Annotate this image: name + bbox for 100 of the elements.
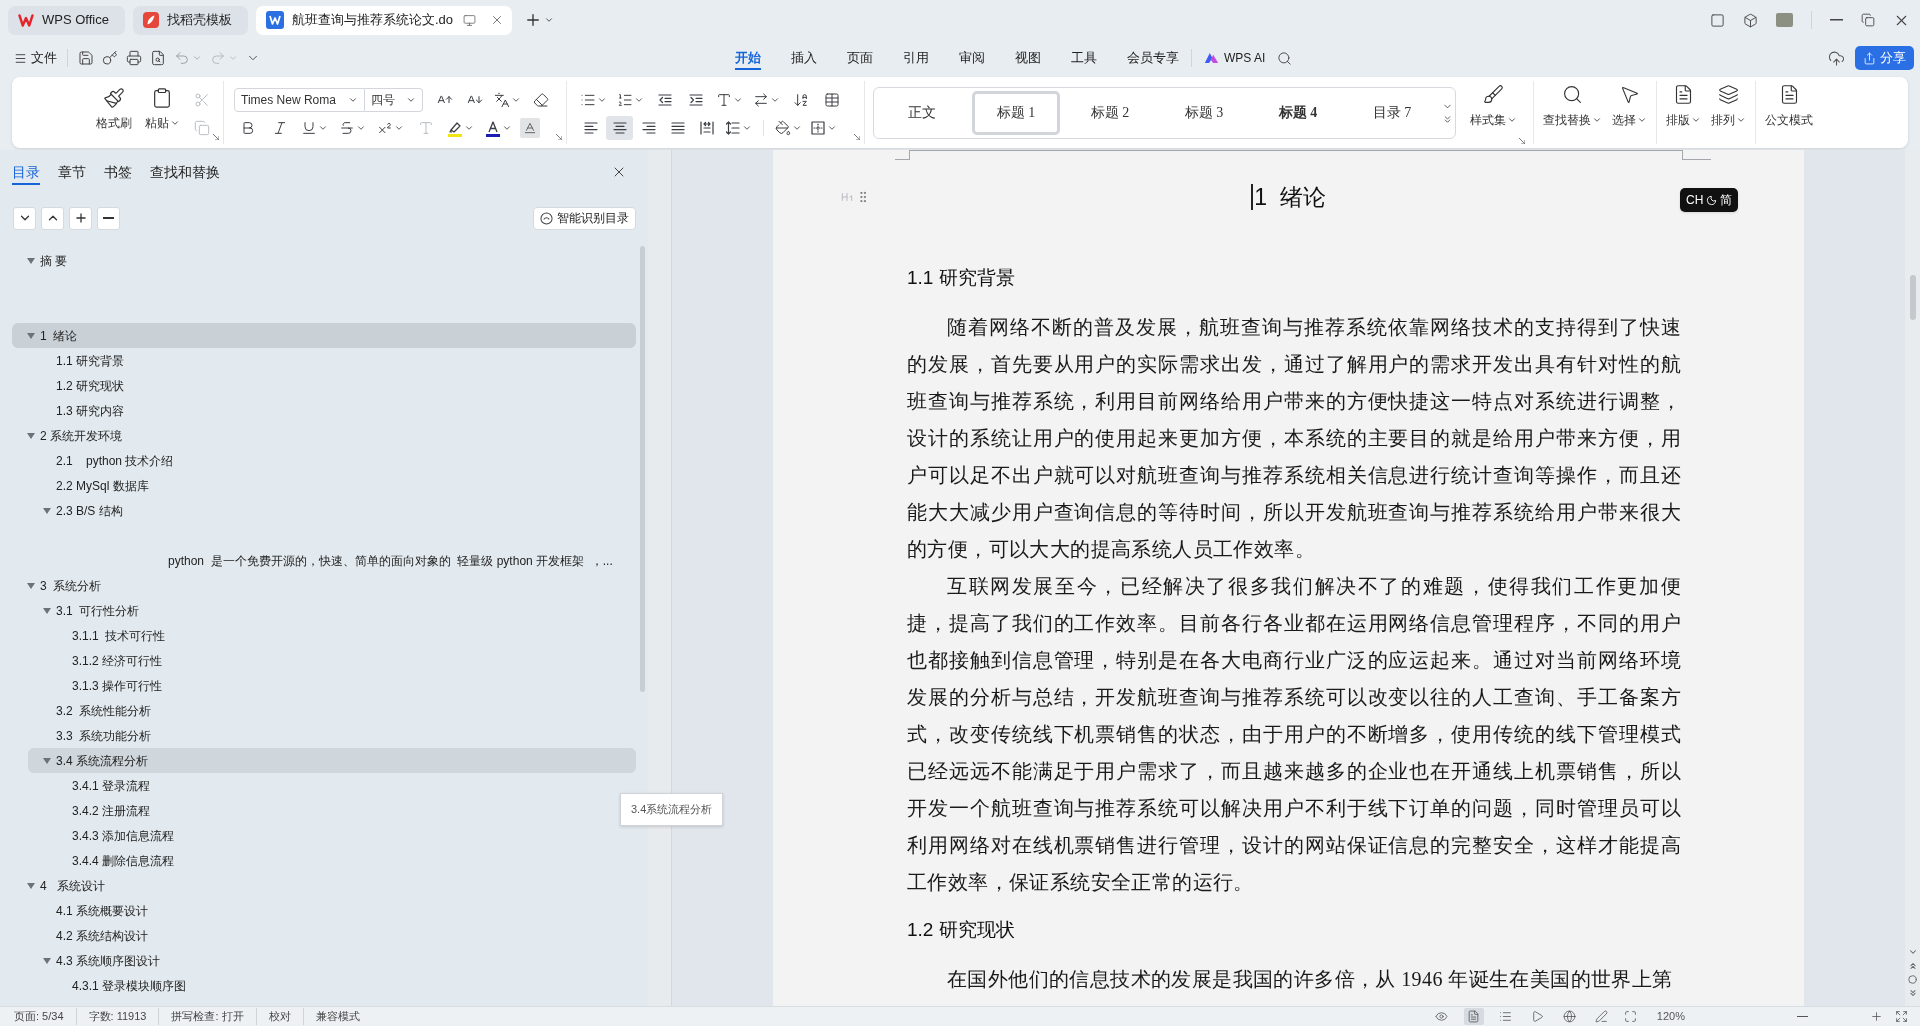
- outline-item[interactable]: 4.3.1 登录模块顺序图: [44, 973, 636, 998]
- outline-item[interactable]: 1 绪论: [12, 323, 636, 348]
- expand-triangle-icon[interactable]: [43, 607, 51, 614]
- style-preset[interactable]: 标题 2: [1066, 90, 1154, 135]
- ai-button[interactable]: WPS AI: [1204, 49, 1266, 67]
- ribbon-tool-button[interactable]: 排版: [1666, 84, 1701, 129]
- outline-item[interactable]: 3.4 系统流程分析: [28, 748, 636, 773]
- menu-tab[interactable]: 页面: [847, 46, 873, 70]
- scrollbar-thumb[interactable]: [639, 246, 645, 692]
- remove-button[interactable]: [97, 206, 120, 230]
- status-text[interactable]: 页面: 5/34: [14, 1008, 76, 1025]
- style-preset[interactable]: 标题 1: [972, 90, 1060, 135]
- style-preset[interactable]: 正文: [878, 90, 966, 135]
- outline-item[interactable]: 1.2 研究现状: [28, 373, 636, 398]
- panel-tab[interactable]: 查找和替换: [150, 159, 220, 185]
- outline-item[interactable]: 4.1 系统概要设计: [28, 898, 636, 923]
- ribbon-tool-button[interactable]: 排列: [1711, 84, 1746, 129]
- menu-tab[interactable]: 开始: [735, 46, 761, 70]
- outline-item[interactable]: 4.2 系统结构设计: [28, 923, 636, 948]
- smart-toc-button[interactable]: 智能识别目录: [533, 206, 636, 230]
- brush-icon: [1483, 84, 1504, 105]
- style-preset[interactable]: 目录 7: [1348, 90, 1436, 135]
- expand-triangle-icon[interactable]: [27, 332, 35, 339]
- browse-object-icon: [1908, 975, 1917, 984]
- ribbon-tool-button[interactable]: 公文模式: [1765, 84, 1813, 129]
- outline-item[interactable]: 2.1 python 技术介绍: [28, 448, 636, 473]
- window-tab[interactable]: WPS Office: [8, 5, 125, 35]
- menu-tab[interactable]: 视图: [1015, 46, 1041, 70]
- outline-item[interactable]: 2 系统开发环境: [12, 423, 636, 448]
- dialog-launcher-icon[interactable]: [556, 134, 562, 140]
- expand-triangle-icon[interactable]: [43, 957, 51, 964]
- view-mode-button[interactable]: [1463, 1008, 1484, 1025]
- monitor-icon: [463, 13, 477, 27]
- fullscreen-icon: [1895, 1010, 1908, 1023]
- font-family-select[interactable]: Times New Roma: [234, 88, 365, 112]
- outline-item[interactable]: 3.4.3 添加信息流程: [44, 823, 636, 848]
- expand-triangle-icon[interactable]: [27, 882, 35, 889]
- caret-icon: [1592, 115, 1602, 125]
- format-painter-button[interactable]: 格式刷: [92, 87, 136, 132]
- outline-item[interactable]: 2.3 B/S 结构: [28, 498, 636, 523]
- expand-triangle-icon[interactable]: [43, 507, 51, 514]
- outline-item[interactable]: python 是一个免费开源的，快速、简单的面向对象的 轻量级 python 开发框架 ，...: [44, 548, 636, 573]
- status-text[interactable]: 兼容模式: [302, 1008, 372, 1025]
- file-menu-button[interactable]: 文件: [14, 48, 57, 68]
- chapter-title: 1 绪论: [1254, 183, 1326, 212]
- menu-tab[interactable]: 工具: [1071, 46, 1097, 70]
- dialog-launcher-icon[interactable]: [854, 134, 860, 140]
- expand-triangle-icon[interactable]: [27, 432, 35, 439]
- outline-item[interactable]: 2.2 MySql 数据库: [28, 473, 636, 498]
- style-preset[interactable]: 标题 3: [1160, 90, 1248, 135]
- outline-item[interactable]: 3 系统分析: [12, 573, 636, 598]
- menu-tab[interactable]: 审阅: [959, 46, 985, 70]
- outline-item[interactable]: 4.3 系统顺序图设计: [28, 948, 636, 973]
- outline-item[interactable]: 3.1.3 操作可行性: [44, 673, 636, 698]
- search-icon: [1562, 84, 1583, 105]
- ribbon-tool-button[interactable]: 查找替换: [1543, 84, 1602, 129]
- outline-item[interactable]: 1.3 研究内容: [28, 398, 636, 423]
- expand-triangle-icon[interactable]: [27, 582, 35, 589]
- window-tab[interactable]: 航班查询与推荐系统论文.do: [255, 5, 513, 35]
- align-center-button[interactable]: [606, 116, 633, 140]
- outline-item[interactable]: 摘 要: [12, 248, 636, 273]
- zoom-level[interactable]: 120%: [1656, 1008, 1685, 1025]
- expand-triangle-icon[interactable]: [27, 257, 35, 264]
- dialog-launcher-icon[interactable]: [213, 134, 219, 140]
- outline-item[interactable]: 3.1 可行性分析: [28, 598, 636, 623]
- char-shading-button[interactable]: [520, 118, 540, 138]
- move-up-button[interactable]: [41, 206, 64, 230]
- style-preset[interactable]: 标题 4: [1254, 90, 1342, 135]
- panel-tab[interactable]: 书签: [104, 159, 132, 185]
- menu-tab[interactable]: 会员专享: [1127, 46, 1179, 70]
- expand-triangle-icon[interactable]: [43, 757, 51, 764]
- menu-tab[interactable]: 插入: [791, 46, 817, 70]
- dialog-launcher-icon[interactable]: [1519, 138, 1525, 144]
- outline-item[interactable]: 3.1.2 经济可行性: [44, 648, 636, 673]
- outline-item[interactable]: 3.3 系统功能分析: [28, 723, 636, 748]
- new-tab-button[interactable]: [524, 11, 555, 29]
- window-tab[interactable]: 找稻壳模板: [132, 5, 248, 35]
- menu-tab[interactable]: 引用: [903, 46, 929, 70]
- move-down-button[interactable]: [13, 206, 36, 230]
- ribbon-tool-button[interactable]: 样式集: [1470, 84, 1517, 129]
- share-button[interactable]: 分享: [1855, 46, 1914, 70]
- status-text[interactable]: 校对: [255, 1008, 303, 1025]
- status-text[interactable]: 拼写检查: 打开: [158, 1008, 256, 1025]
- panel-tab[interactable]: 章节: [58, 159, 86, 185]
- redo-icon: [210, 50, 226, 66]
- ime-indicator[interactable]: CH 简: [1680, 188, 1739, 212]
- ribbon-tool-button[interactable]: 选择: [1612, 84, 1647, 129]
- scrollbar-thumb[interactable]: [1909, 275, 1916, 320]
- panel-tab[interactable]: 目录: [12, 159, 40, 185]
- outline-item[interactable]: 3.2 系统性能分析: [28, 698, 636, 723]
- add-button[interactable]: [69, 206, 92, 230]
- outline-item[interactable]: 3.4.4 删除信息流程: [44, 848, 636, 873]
- outline-item[interactable]: 4 系统设计: [12, 873, 636, 898]
- outline-item[interactable]: 3.1.1 技术可行性: [44, 623, 636, 648]
- font-size-select[interactable]: 四号: [365, 88, 423, 112]
- cloud-upload-icon: [1828, 49, 1845, 67]
- status-text[interactable]: 字数: 11913: [75, 1008, 159, 1025]
- paintbrush-icon: [103, 87, 125, 109]
- outline-item[interactable]: 1.1 研究背景: [28, 348, 636, 373]
- paste-button[interactable]: 粘贴: [140, 87, 184, 132]
